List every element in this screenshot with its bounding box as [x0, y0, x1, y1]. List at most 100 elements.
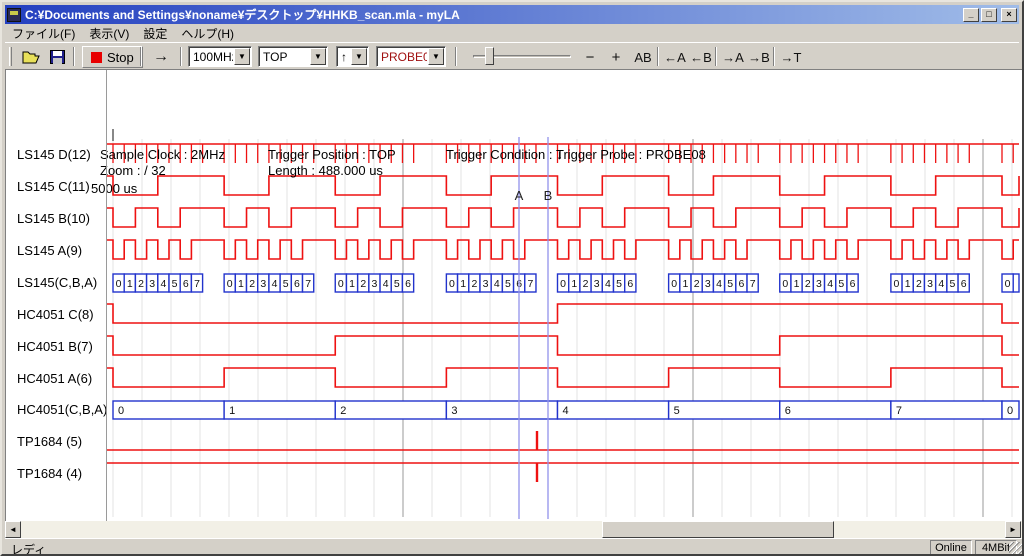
- menu-view[interactable]: 表示(V): [82, 23, 136, 44]
- toolbar-separator: [73, 47, 75, 66]
- digital-waveform: [107, 304, 1019, 323]
- save-button[interactable]: [47, 46, 67, 68]
- bus-value-text: 4: [605, 278, 611, 290]
- channel-label[interactable]: HC4051 C(8): [17, 307, 94, 322]
- channel-label[interactable]: TP1684 (5): [17, 434, 82, 449]
- timescale-label: 5000 us: [91, 181, 137, 196]
- go-to-trigger-button[interactable]: →T: [779, 46, 803, 68]
- bus-value-text: 6: [183, 278, 189, 290]
- bus-value-text: 5: [674, 405, 680, 417]
- stop-label: Stop: [107, 50, 134, 65]
- zoom-ab-button[interactable]: AB: [631, 46, 655, 68]
- channel-label[interactable]: LS145 C(11): [17, 179, 90, 194]
- dropdown-arrow-icon[interactable]: ▼: [428, 48, 444, 65]
- scrollbar-thumb[interactable]: [602, 521, 834, 538]
- zoom-in-button[interactable]: +: [605, 46, 627, 68]
- toolbar-separator: [180, 47, 182, 66]
- scroll-right-arrow[interactable]: ►: [1005, 521, 1021, 538]
- scroll-left-arrow[interactable]: ◄: [5, 521, 21, 538]
- scroll-right-to-a-button[interactable]: →A: [721, 46, 745, 68]
- bus-value-text: 6: [627, 278, 633, 290]
- digital-waveform: [107, 176, 1019, 195]
- toolbar-separator: [455, 47, 457, 66]
- bus-value-text: 0: [560, 278, 566, 290]
- channel-label[interactable]: LS145 B(10): [17, 211, 90, 226]
- waveform-canvas: 0123456701234567012345601234567012345601…: [6, 70, 1024, 522]
- channel-label[interactable]: LS145(C,B,A): [17, 275, 97, 290]
- channel-label[interactable]: HC4051(C,B,A): [17, 402, 107, 417]
- horizontal-scrollbar[interactable]: ◄ ►: [5, 521, 1023, 538]
- bus-value-text: 5: [172, 278, 178, 290]
- bus-value-text: 5: [838, 278, 844, 290]
- open-file-button[interactable]: [21, 46, 41, 68]
- bus-value-text: 2: [249, 278, 255, 290]
- bus-value-text: 4: [938, 278, 944, 290]
- bus-value-text: 6: [294, 278, 300, 290]
- cursor-b-label[interactable]: B: [544, 188, 553, 203]
- channel-label[interactable]: HC4051 B(7): [17, 339, 93, 354]
- digital-waveform: [107, 240, 1019, 259]
- zoom-out-button[interactable]: −: [579, 46, 601, 68]
- trigger-edge-combobox[interactable]: ↑ ▼: [336, 46, 369, 67]
- channel-label[interactable]: TP1684 (4): [17, 466, 82, 481]
- scroll-right-to-b-button[interactable]: →B: [747, 46, 771, 68]
- window-title: C:¥Documents and Settings¥noname¥デスクトップ¥…: [25, 6, 963, 23]
- menu-settings[interactable]: 設定: [136, 23, 174, 44]
- cursor-a-label[interactable]: A: [515, 188, 524, 203]
- dropdown-arrow-icon[interactable]: ▼: [351, 48, 367, 65]
- scroll-left-to-b-button[interactable]: ←B: [689, 46, 713, 68]
- digital-waveform: [107, 336, 1019, 355]
- bus-value-box: [780, 401, 891, 419]
- channel-label[interactable]: LS145 A(9): [17, 243, 82, 258]
- sample-clock-combobox[interactable]: 100MHz ▼: [188, 46, 252, 67]
- trigger-probe-combobox[interactable]: PROBE00 ▼: [376, 46, 446, 67]
- resize-grip[interactable]: [1009, 542, 1022, 555]
- stop-button[interactable]: Stop: [82, 46, 143, 68]
- trigger-position-value: TOP: [259, 50, 309, 64]
- bus-value-text: 2: [805, 278, 811, 290]
- waveform-panel: 0123456701234567012345601234567012345601…: [5, 69, 1023, 521]
- zoom-info: Zoom : / 32: [100, 163, 166, 178]
- bus-value-text: 2: [583, 278, 589, 290]
- channel-label[interactable]: HC4051 A(6): [17, 371, 92, 386]
- sample-clock-info: Sample Clock : 2MHz: [100, 147, 225, 162]
- zoom-slider-handle[interactable]: [485, 47, 494, 65]
- bus-value-box: [891, 401, 1002, 419]
- title-bar[interactable]: C:¥Documents and Settings¥noname¥デスクトップ¥…: [5, 5, 1019, 24]
- length-info: Length : 488.000 us: [268, 163, 383, 178]
- bus-value-text: 4: [160, 278, 166, 290]
- bus-value-text: 4: [827, 278, 833, 290]
- bus-value-text: 1: [683, 278, 689, 290]
- toolbar-grip: [9, 47, 12, 66]
- bus-value-text: 2: [340, 405, 346, 417]
- run-button[interactable]: →: [146, 46, 176, 68]
- minimize-button[interactable]: _: [963, 8, 979, 22]
- bus-value-text: 0: [1005, 278, 1011, 290]
- trigger-probe-info: Trigger Probe : PROBE08: [556, 147, 706, 162]
- trigger-position-combobox[interactable]: TOP ▼: [258, 46, 328, 67]
- bus-value-text: 4: [272, 278, 278, 290]
- bus-value-text: 3: [149, 278, 155, 290]
- app-window: C:¥Documents and Settings¥noname¥デスクトップ¥…: [0, 0, 1024, 556]
- bus-value-text: 0: [227, 278, 233, 290]
- bus-value-text: 6: [850, 278, 856, 290]
- dropdown-arrow-icon[interactable]: ▼: [234, 48, 250, 65]
- toolbar-separator: [715, 47, 717, 66]
- menu-help[interactable]: ヘルプ(H): [174, 23, 241, 44]
- label-wave-divider: [106, 70, 107, 522]
- bus-value-text: 0: [116, 278, 122, 290]
- channel-label[interactable]: LS145 D(12): [17, 147, 91, 162]
- digital-waveform: [107, 368, 1019, 387]
- menu-bar: ファイル(F) 表示(V) 設定 ヘルプ(H): [5, 24, 1019, 42]
- close-button[interactable]: ×: [1001, 8, 1017, 22]
- menu-file[interactable]: ファイル(F): [5, 23, 82, 44]
- bus-value-text: 1: [905, 278, 911, 290]
- bus-value-text: 3: [594, 278, 600, 290]
- bus-value-text: 6: [739, 278, 745, 290]
- maximize-button[interactable]: □: [981, 8, 997, 22]
- dropdown-arrow-icon[interactable]: ▼: [310, 48, 326, 65]
- bus-value-box: [224, 401, 335, 419]
- bus-value-text: 2: [916, 278, 922, 290]
- scroll-left-to-a-button[interactable]: ←A: [663, 46, 687, 68]
- stop-square-icon: [91, 52, 102, 63]
